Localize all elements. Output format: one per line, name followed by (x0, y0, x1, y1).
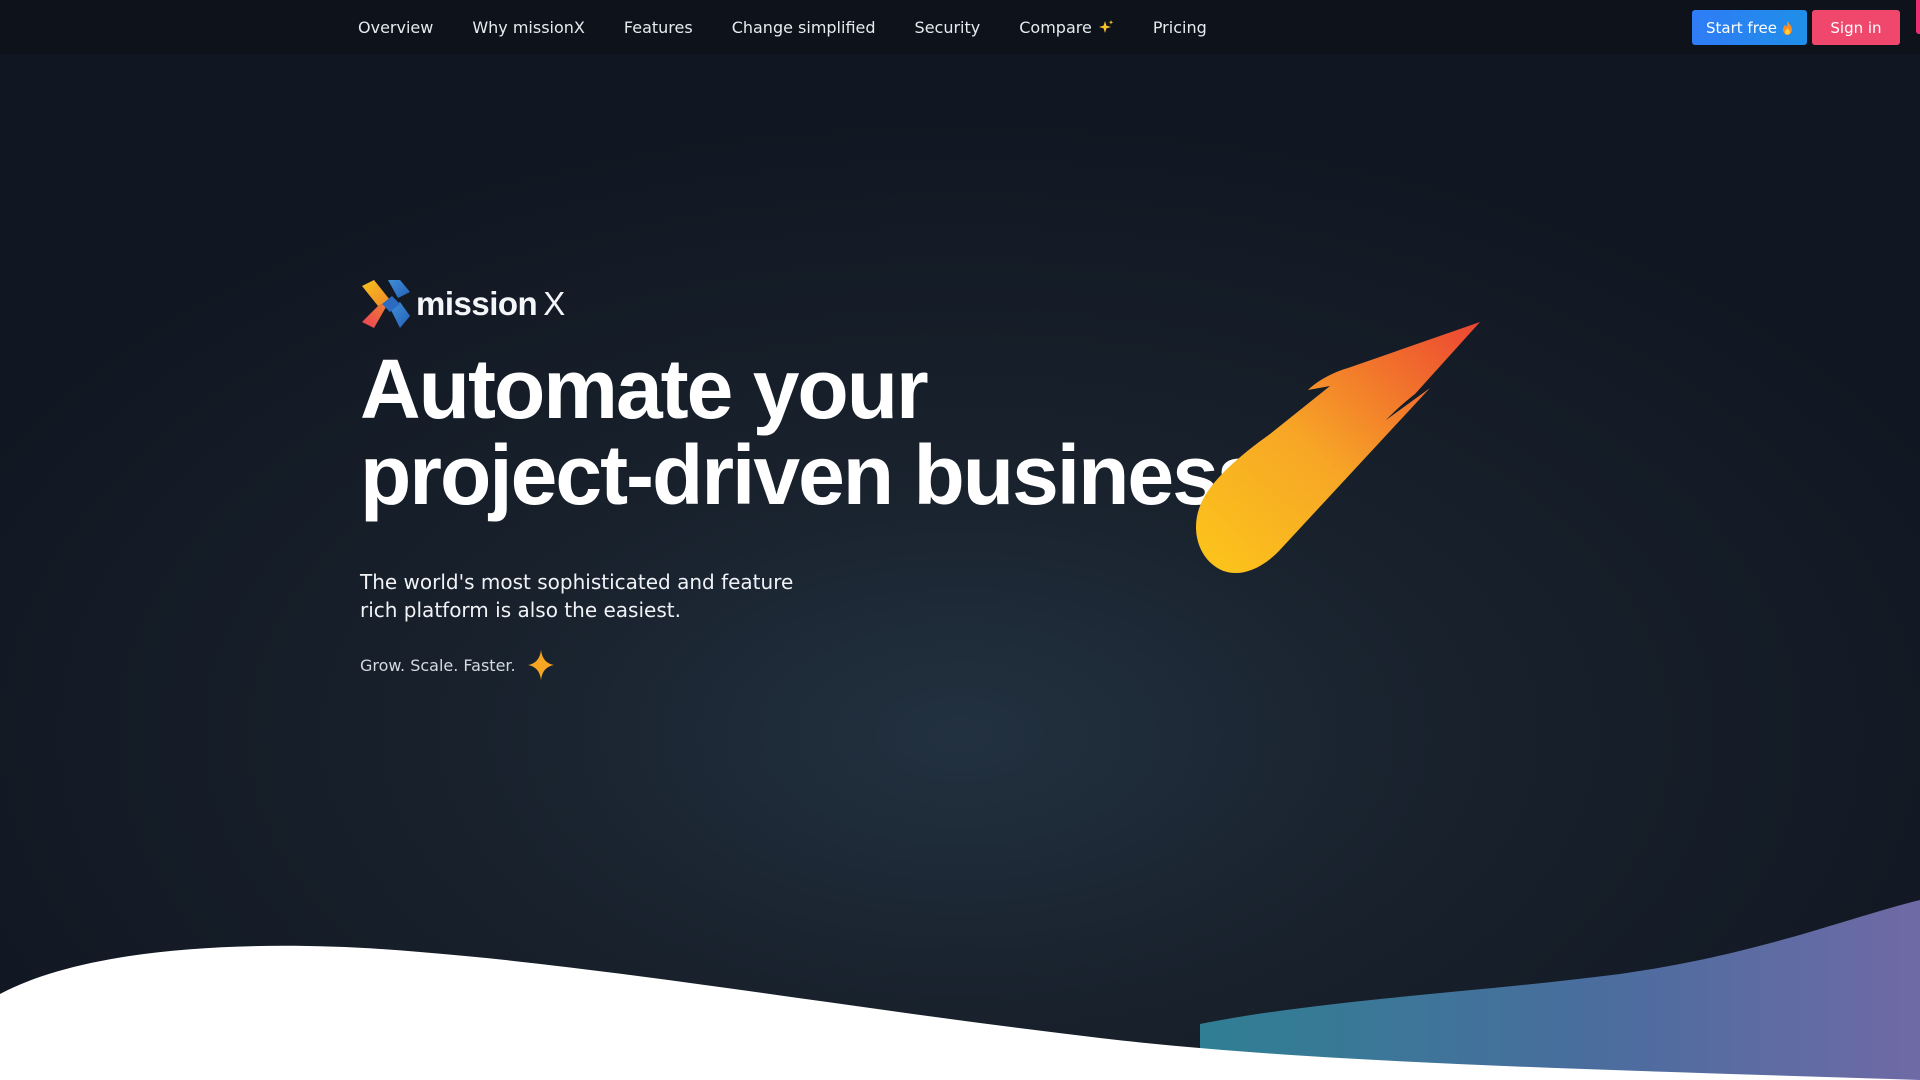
nav-item-label: Why missionX (472, 17, 585, 37)
bottom-wave-decoration (0, 900, 1920, 1080)
flame-icon (1783, 20, 1792, 35)
start-free-button[interactable]: Start free (1692, 10, 1807, 45)
tagline-row: Grow. Scale. Faster. (360, 648, 1260, 682)
headline-line-2: project-driven business. (360, 428, 1285, 522)
top-navigation: Overview Why missionX Features Change si… (0, 0, 1920, 54)
nav-actions: Start free Sign in (1692, 10, 1900, 45)
missionx-logo-icon (362, 280, 410, 328)
nav-item-change-simplified[interactable]: Change simplified (732, 18, 876, 37)
sign-in-label: Sign in (1830, 18, 1882, 37)
nav-item-label: Change simplified (731, 17, 876, 37)
brand-logo[interactable]: mission X (360, 276, 1260, 332)
nav-item-overview[interactable]: Overview (358, 18, 433, 37)
subtitle-line-1: The world's most sophisticated and featu… (360, 570, 794, 594)
nav-item-label: Overview (358, 17, 434, 37)
brand-name: mission (416, 285, 538, 322)
subtitle-line-2: rich platform is also the easiest. (360, 598, 681, 622)
headline-line-1: Automate your (360, 342, 929, 436)
nav-item-label: Compare (1019, 17, 1092, 37)
tagline: Grow. Scale. Faster. (360, 655, 516, 675)
nav-links: Overview Why missionX Features Change si… (358, 0, 1207, 54)
nav-item-compare[interactable]: Compare (1019, 18, 1114, 37)
hero-section: mission X Automate your project-driven bu… (360, 276, 1285, 682)
nav-item-features[interactable]: Features (624, 18, 693, 37)
start-free-label: Start free (1706, 18, 1777, 37)
scroll-indicator (1916, 0, 1920, 34)
nav-item-label: Pricing (1152, 17, 1207, 37)
hero-subtitle: The world's most sophisticated and featu… (360, 568, 820, 624)
sparkle-icon (1098, 20, 1114, 33)
brand-name-suffix: X (543, 285, 566, 322)
hero-headline: Automate your project-driven business. (360, 342, 1285, 522)
nav-item-security[interactable]: Security (915, 18, 981, 37)
nav-item-why-missionx[interactable]: Why missionX (472, 18, 585, 37)
nav-item-pricing[interactable]: Pricing (1153, 18, 1207, 37)
sign-in-button[interactable]: Sign in (1812, 10, 1900, 45)
comet-icon (1196, 322, 1480, 574)
sparkle-icon (527, 650, 554, 680)
nav-item-label: Security (914, 17, 981, 37)
nav-item-label: Features (623, 17, 693, 37)
